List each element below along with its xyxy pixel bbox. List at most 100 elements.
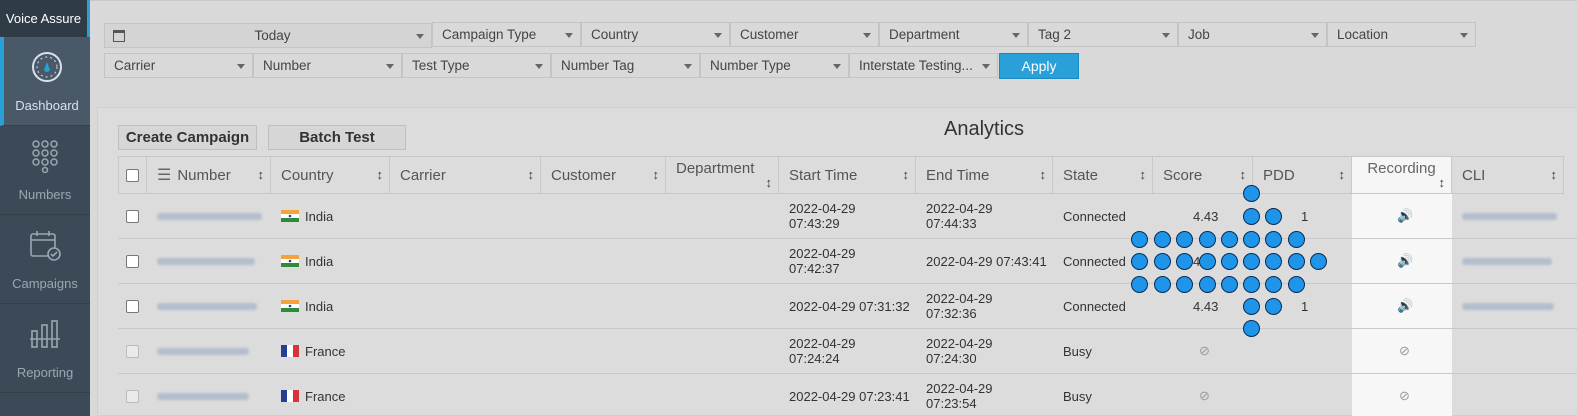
- start-time-cell: 2022-04-29 07:42:37: [789, 239, 856, 283]
- end-date: 2022-04-29: [926, 201, 993, 216]
- start-date: 2022-04-29: [789, 201, 856, 216]
- department-label: Department: [889, 27, 960, 42]
- header-state[interactable]: State ↕: [1053, 156, 1153, 194]
- start-time-cell: 2022-04-29 07:43:29: [789, 194, 856, 238]
- state-cell: Connected: [1063, 298, 1126, 314]
- sidebar-item-dashboard[interactable]: Dashboard: [0, 37, 90, 126]
- start-time: 07:24:24: [789, 351, 840, 366]
- sidebar-item-campaigns[interactable]: Campaigns: [0, 215, 90, 304]
- end-time: 07:24:30: [926, 351, 977, 366]
- score-cell: ⊘: [1199, 374, 1210, 416]
- sort-icon: ↕: [902, 167, 910, 182]
- chevron-down-icon: [714, 33, 722, 38]
- customer-label: Customer: [740, 27, 799, 42]
- sort-icon: ↕: [527, 167, 535, 182]
- batch-test-button[interactable]: Batch Test: [268, 125, 406, 150]
- number-type-select[interactable]: Number Type: [700, 53, 849, 78]
- reporting-icon: [28, 317, 62, 351]
- cli-cell: [1462, 284, 1554, 328]
- create-campaign-button[interactable]: Create Campaign: [118, 125, 257, 150]
- number-cell[interactable]: [157, 329, 249, 373]
- end-time: 07:44:33: [926, 216, 977, 231]
- number-select[interactable]: Number: [253, 53, 402, 78]
- redacted-number: [157, 212, 262, 220]
- score-cell: 4.43: [1193, 208, 1219, 224]
- table-row[interactable]: India 2022-04-29 07:43:29 2022-04-29 07:…: [118, 194, 1577, 239]
- state-cell: Connected: [1063, 253, 1126, 269]
- header-number[interactable]: ☰ Number ↕: [147, 156, 271, 194]
- not-available-icon: ⊘: [1199, 343, 1210, 358]
- country-cell: France: [281, 329, 345, 373]
- location-select[interactable]: Location: [1327, 22, 1476, 47]
- header-label: Number: [177, 166, 231, 184]
- department-select[interactable]: Department: [879, 22, 1028, 47]
- location-label: Location: [1337, 27, 1389, 42]
- start-time: 07:42:37: [789, 261, 840, 276]
- header-department[interactable]: Department ↕: [666, 156, 779, 194]
- india-flag-icon: [281, 210, 299, 222]
- number-cell[interactable]: [157, 239, 255, 283]
- interstate-testing-select[interactable]: Interstate Testing...: [849, 53, 998, 78]
- speaker-icon[interactable]: 🔊: [1397, 253, 1413, 269]
- speaker-icon[interactable]: 🔊: [1397, 208, 1413, 224]
- campaign-type-select[interactable]: Campaign Type: [432, 22, 581, 47]
- header-cli[interactable]: CLI ↕: [1452, 156, 1564, 194]
- table-row[interactable]: India 2022-04-29 07:42:37 2022-04-29 07:…: [118, 239, 1577, 284]
- carrier-select[interactable]: Carrier: [104, 53, 253, 78]
- header-start-time[interactable]: Start Time ↕: [779, 156, 916, 194]
- header-country[interactable]: Country ↕: [271, 156, 390, 194]
- job-select[interactable]: Job: [1178, 22, 1327, 47]
- header-pdd[interactable]: PDD ↕: [1253, 156, 1352, 194]
- end-date: 2022-04-29: [926, 381, 993, 396]
- table-row[interactable]: France 2022-04-29 07:23:41 2022-04-29 07…: [118, 374, 1577, 416]
- customer-select[interactable]: Customer: [730, 22, 879, 47]
- chevron-down-icon: [863, 33, 871, 38]
- sort-icon: ↕: [1338, 167, 1346, 182]
- country-select[interactable]: Country: [581, 22, 730, 47]
- table-row[interactable]: India 2022-04-29 07:31:32 2022-04-29 07:…: [118, 284, 1577, 329]
- country-cell: India: [281, 284, 333, 328]
- campaign-type-label: Campaign Type: [442, 27, 537, 42]
- row-checkbox[interactable]: [126, 389, 139, 403]
- sidebar-item-reporting[interactable]: Reporting: [0, 304, 90, 393]
- app-brand: Voice Assure: [0, 0, 90, 37]
- number-cell[interactable]: [157, 374, 249, 416]
- row-checkbox[interactable]: [126, 209, 139, 223]
- row-checkbox[interactable]: [126, 299, 139, 313]
- header-customer[interactable]: Customer ↕: [541, 156, 666, 194]
- row-checkbox-cell: [126, 194, 139, 238]
- row-checkbox[interactable]: [126, 344, 139, 358]
- date-range-select[interactable]: Today: [104, 23, 432, 48]
- start-date: 2022-04-29: [789, 246, 856, 261]
- header-end-time[interactable]: End Time ↕: [916, 156, 1053, 194]
- speaker-icon[interactable]: 🔊: [1397, 298, 1413, 314]
- start-date: 2022-04-29: [789, 336, 856, 351]
- sidebar-item-numbers[interactable]: Numbers: [0, 126, 90, 215]
- number-cell[interactable]: [157, 194, 262, 238]
- number-type-label: Number Type: [710, 58, 791, 73]
- cli-cell: [1462, 194, 1557, 238]
- header-label: Customer: [551, 166, 617, 184]
- divider: [90, 0, 1577, 1]
- panel-title: Analytics: [944, 118, 1025, 140]
- india-flag-icon: [281, 300, 299, 312]
- test-type-select[interactable]: Test Type: [402, 53, 551, 78]
- table-row[interactable]: France 2022-04-29 07:24:24 2022-04-29 07…: [118, 329, 1577, 374]
- select-all-cell: [118, 156, 147, 194]
- apply-button[interactable]: Apply: [999, 53, 1079, 79]
- row-checkbox-cell: [126, 329, 139, 373]
- tag2-select[interactable]: Tag 2: [1028, 22, 1178, 47]
- chevron-down-icon: [535, 64, 543, 69]
- header-score[interactable]: Score ↕: [1153, 156, 1253, 194]
- header-label: CLI: [1462, 166, 1486, 184]
- sort-icon: ↕: [376, 167, 384, 182]
- state-cell: Connected: [1063, 208, 1126, 224]
- header-recording[interactable]: Recording ↕: [1352, 156, 1452, 194]
- row-checkbox[interactable]: [126, 254, 139, 268]
- header-carrier[interactable]: Carrier ↕: [390, 156, 541, 194]
- select-all-checkbox[interactable]: [126, 168, 139, 182]
- number-cell[interactable]: [157, 284, 257, 328]
- number-tag-select[interactable]: Number Tag: [551, 53, 700, 78]
- chevron-down-icon: [416, 34, 424, 39]
- sort-icon: ↕: [1139, 167, 1147, 182]
